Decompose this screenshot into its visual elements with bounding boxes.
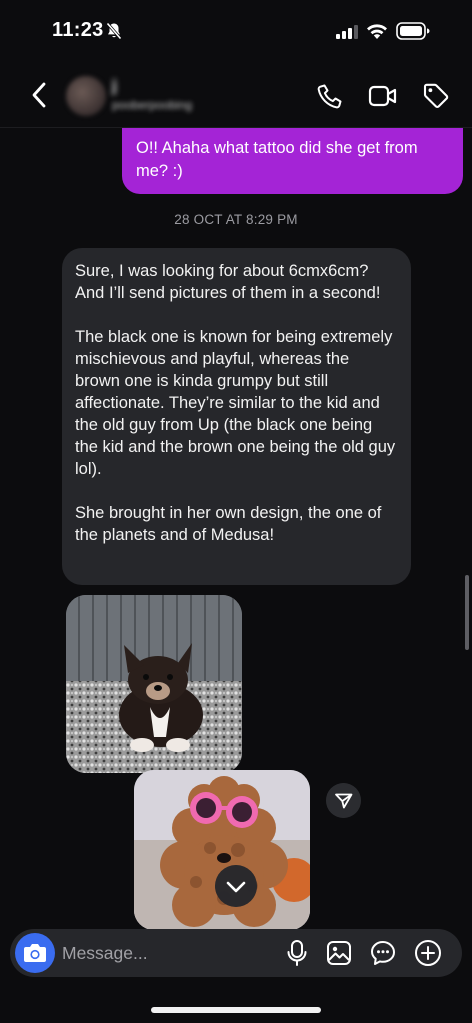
sticker-icon[interactable] xyxy=(370,940,396,966)
tag-icon[interactable] xyxy=(422,82,450,110)
received-paragraph: Sure, I was looking for about 6cmx6cm? A… xyxy=(75,262,381,302)
received-paragraph: She brought in her own design, the one o… xyxy=(75,504,382,544)
chat-screen: 11:23 j pooberpoobing O!! Ahaha what tat… xyxy=(0,0,472,1023)
plus-icon[interactable] xyxy=(414,939,442,967)
photo-brown-poodle[interactable] xyxy=(134,770,310,930)
battery-icon xyxy=(396,22,430,40)
message-composer xyxy=(10,929,462,977)
call-icon[interactable] xyxy=(316,82,344,110)
signal-icon xyxy=(336,25,358,39)
sent-message-bubble[interactable]: O!! Ahaha what tattoo did she get from m… xyxy=(122,128,463,194)
video-icon[interactable] xyxy=(368,84,398,108)
received-message-bubble[interactable]: Sure, I was looking for about 6cmx6cm? A… xyxy=(62,248,411,585)
camera-button[interactable] xyxy=(15,933,55,973)
puppy-photo-image xyxy=(66,595,242,773)
back-icon[interactable] xyxy=(28,80,50,110)
received-paragraph: The black one is known for being extreme… xyxy=(75,328,396,478)
status-time: 11:23 xyxy=(52,19,104,41)
home-indicator[interactable] xyxy=(151,1007,321,1013)
mic-icon[interactable] xyxy=(286,939,308,967)
contact-handle[interactable]: pooberpoobing xyxy=(112,98,192,112)
sent-message-text: O!! Ahaha what tattoo did she get from m… xyxy=(136,139,418,180)
camera-icon xyxy=(24,944,46,962)
message-input[interactable] xyxy=(62,929,262,977)
status-bar: 11:23 xyxy=(0,0,472,62)
gallery-icon[interactable] xyxy=(326,940,352,966)
contact-name[interactable]: j xyxy=(112,76,117,96)
wifi-icon xyxy=(367,24,387,39)
chat-header: j pooberpoobing xyxy=(0,62,472,128)
avatar[interactable] xyxy=(66,76,106,116)
scroll-down-button[interactable] xyxy=(215,865,257,907)
scrollbar[interactable] xyxy=(465,575,469,650)
photo-black-puppy[interactable] xyxy=(66,595,242,773)
poodle-photo-image xyxy=(134,770,310,930)
share-icon[interactable] xyxy=(326,783,361,818)
bell-off-icon xyxy=(106,22,122,40)
message-timestamp: 28 OCT AT 8:29 PM xyxy=(174,212,298,227)
